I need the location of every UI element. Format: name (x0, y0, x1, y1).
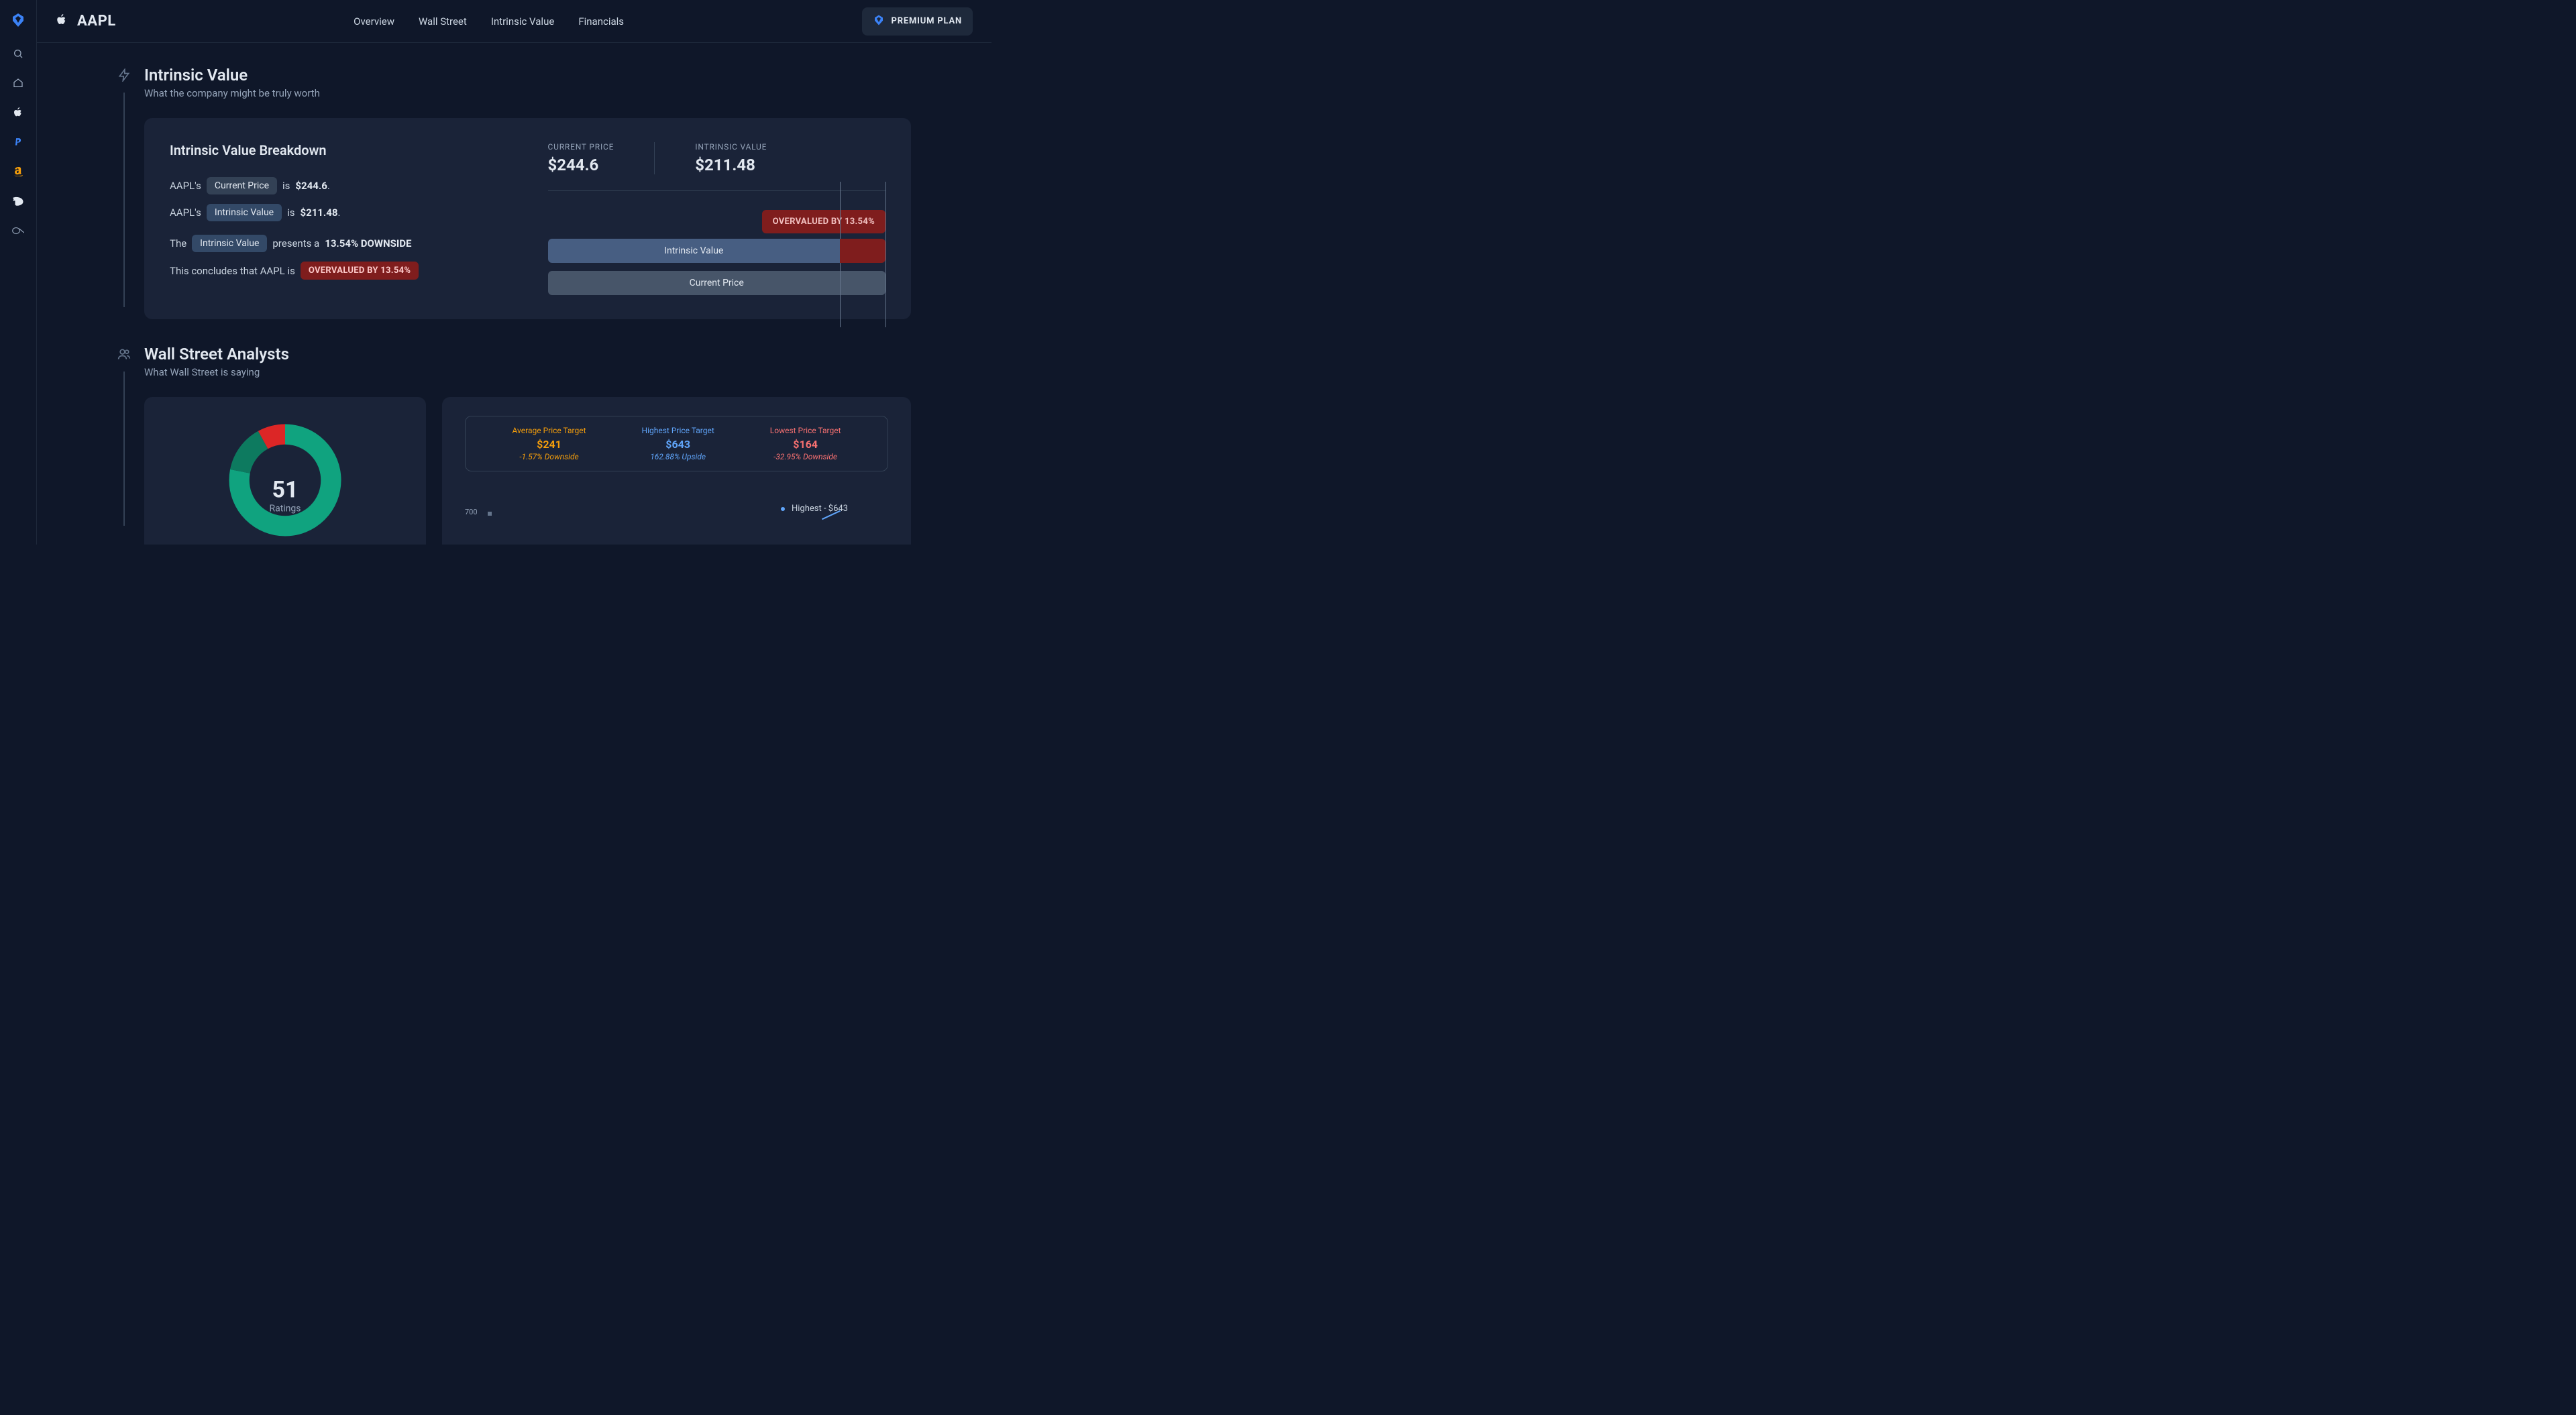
iv-line1-mid: is (282, 180, 290, 192)
bar-iv-label: Intrinsic Value (548, 239, 841, 263)
ratings-label: Ratings (269, 503, 301, 514)
topbar: AAPL Overview Wall Street Intrinsic Valu… (37, 0, 991, 43)
premium-label: PREMIUM PLAN (892, 16, 962, 26)
iv-line1-pre: AAPL's (170, 180, 201, 192)
intrinsic-value-card: Intrinsic Value Breakdown AAPL's Current… (144, 118, 911, 319)
sidebar-stock-aapl[interactable] (11, 106, 25, 119)
sidebar (0, 0, 37, 545)
sidebar-stock-pypl[interactable] (11, 135, 25, 149)
low-target-value: $164 (770, 438, 841, 451)
avg-target-change: -1.57% Downside (513, 452, 586, 461)
overvalued-badge-inline: OVERVALUED BY 13.54% (301, 262, 419, 280)
iv-line2-post: . (337, 207, 340, 219)
metric-intrinsic-value-value: $211.48 (695, 156, 767, 174)
home-icon[interactable] (11, 76, 25, 90)
low-target-change: -32.95% Downside (770, 452, 841, 461)
section-title-intrinsic: Intrinsic Value (144, 66, 320, 84)
sidebar-stock-ba[interactable] (11, 224, 25, 237)
users-icon (117, 347, 131, 363)
iv-line3-mid: presents a (272, 237, 319, 249)
sidebar-stock-amzn[interactable] (11, 165, 25, 178)
app-logo-icon[interactable] (10, 12, 26, 31)
metric-current-price-label: CURRENT PRICE (548, 142, 614, 152)
overvalued-badge-chart: OVERVALUED BY 13.54% (762, 210, 885, 233)
price-target-chart: 700 Highest - $643 (465, 490, 888, 537)
high-target-value: $643 (642, 438, 714, 451)
high-target-change: 162.88% Upside (642, 452, 714, 461)
iv-line4-pre: This concludes that AAPL is (170, 265, 295, 277)
chart-highest-label: Highest - $643 (792, 504, 848, 514)
section-title-wallstreet: Wall Street Analysts (144, 345, 289, 363)
iv-line3-val: 13.54% DOWNSIDE (325, 237, 411, 249)
premium-plan-button[interactable]: PREMIUM PLAN (862, 7, 973, 36)
intrinsic-value-bar: Intrinsic Value (548, 239, 886, 263)
ratings-count: 51 (269, 476, 301, 503)
current-price-bar: Current Price (548, 271, 886, 295)
pill-current-price: Current Price (207, 177, 277, 194)
sidebar-stock-dis[interactable] (11, 194, 25, 208)
tab-intrinsic-value[interactable]: Intrinsic Value (491, 15, 555, 27)
iv-line1-post: . (327, 180, 330, 192)
search-icon[interactable] (11, 47, 25, 60)
tab-overview[interactable]: Overview (354, 15, 394, 27)
bolt-icon (117, 68, 131, 84)
price-targets-card: Average Price Target $241 -1.57% Downsid… (442, 397, 911, 545)
tab-wall-street[interactable]: Wall Street (419, 15, 467, 27)
ticker-symbol: AAPL (77, 13, 116, 30)
chart-marker-dot (780, 506, 786, 512)
iv-line2-mid: is (287, 207, 294, 219)
iv-line2-pre: AAPL's (170, 207, 201, 219)
premium-logo-icon (873, 14, 885, 29)
avg-target-label: Average Price Target (513, 426, 586, 435)
section-subtitle-intrinsic: What the company might be truly worth (144, 87, 320, 99)
iv-line3-pre: The (170, 237, 186, 249)
metric-current-price-value: $244.6 (548, 156, 614, 174)
tab-financials[interactable]: Financials (578, 15, 624, 27)
ticker-apple-icon (56, 13, 68, 30)
iv-line2-val: $211.48 (300, 207, 337, 219)
section-subtitle-wallstreet: What Wall Street is saying (144, 366, 289, 378)
iv-breakdown-title: Intrinsic Value Breakdown (170, 142, 508, 158)
avg-target-value: $241 (513, 438, 586, 451)
iv-line1-val: $244.6 (295, 180, 327, 192)
chart-y-tick: 700 (465, 508, 478, 516)
metric-intrinsic-value-label: INTRINSIC VALUE (695, 142, 767, 152)
ratings-donut-card: 51 Ratings (144, 397, 426, 545)
pill-intrinsic-value-2: Intrinsic Value (192, 235, 267, 252)
low-target-label: Lowest Price Target (770, 426, 841, 435)
pill-intrinsic-value: Intrinsic Value (207, 204, 282, 221)
high-target-label: Highest Price Target (642, 426, 714, 435)
